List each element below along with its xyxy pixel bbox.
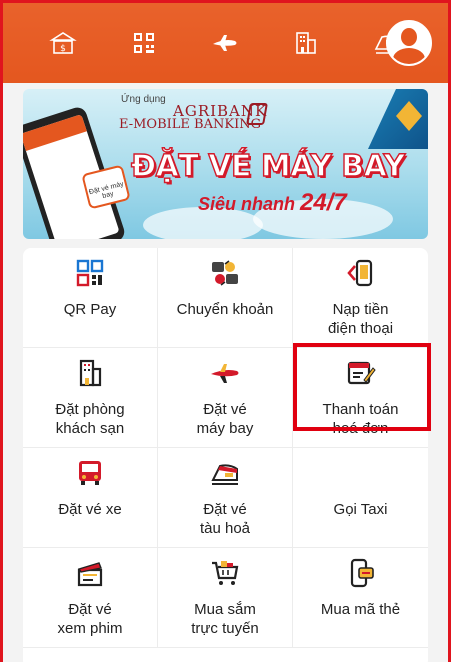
banner-tagline: Siêu nhanh 24/7 <box>198 189 347 217</box>
service-label: Đặt vé xem phim <box>57 601 123 637</box>
services-grid: QR Pay Chuyển khoản Nạp tiền điện thoại … <box>23 248 431 662</box>
service-label: Mua sắm trực tuyến <box>191 601 259 637</box>
service-online-shopping[interactable]: Mua sắm trực tuyến <box>158 548 293 648</box>
user-avatar[interactable] <box>386 20 432 66</box>
service-movie-ticket[interactable]: Đặt vé xem phim <box>23 548 158 648</box>
card-code-icon <box>344 556 378 590</box>
money-transfer-icon <box>208 256 242 290</box>
service-label: Đặt vé xe <box>58 501 122 518</box>
service-hotel[interactable]: Đặt phòng khách sạn <box>23 348 158 448</box>
tagline-prefix: Siêu nhanh <box>198 194 301 214</box>
service-qr-pay[interactable]: QR Pay <box>23 248 158 348</box>
airplane-icon <box>208 356 242 390</box>
avatar-body <box>393 48 425 64</box>
service-label: Thanh toán hoá đơn <box>322 401 399 437</box>
service-taxi[interactable]: Gọi Taxi <box>293 448 428 548</box>
banner-headline: ĐẶT VÉ MÁY BAY <box>130 148 406 184</box>
banner-brand-subtitle: E-MOBILE BANKING <box>119 117 261 132</box>
service-label: Đặt vé tàu hoả <box>199 501 251 537</box>
promo-banner[interactable]: Đặt vé máy bay Ứng dụng AGRIBANK E-MOBIL… <box>23 89 428 239</box>
service-label: Nạp tiền điện thoại <box>327 301 394 337</box>
bus-icon <box>73 456 107 490</box>
service-label: Đặt vé máy bay <box>196 401 254 437</box>
service-label: Chuyển khoản <box>176 301 274 318</box>
shopping-cart-icon <box>208 556 242 590</box>
service-label: Gọi Taxi <box>333 501 388 518</box>
bill-payment-icon <box>344 356 378 390</box>
service-phone-topup[interactable]: Nạp tiền điện thoại <box>293 248 428 348</box>
bank-transfer-icon[interactable]: $ <box>43 23 82 63</box>
tagline-suffix: 24/7 <box>300 189 347 216</box>
avatar-head <box>401 28 417 46</box>
service-bus-ticket[interactable]: Đặt vé xe <box>23 448 158 548</box>
qr-pay-icon <box>73 256 107 290</box>
phone-screen-header <box>23 114 87 152</box>
qr-code-icon[interactable] <box>124 23 163 63</box>
movie-clapper-icon <box>73 556 107 590</box>
airplane-icon[interactable] <box>205 23 244 63</box>
banner-app-label: Ứng dụng <box>121 94 166 105</box>
hotel-icon <box>73 356 107 390</box>
main-content: Đặt vé máy bay Ứng dụng AGRIBANK E-MOBIL… <box>3 83 448 662</box>
svg-text:$: $ <box>60 44 66 54</box>
service-label: QR Pay <box>63 301 117 318</box>
service-train-ticket[interactable]: Đặt vé tàu hoả <box>158 448 293 548</box>
service-money-transfer[interactable]: Chuyển khoản <box>158 248 293 348</box>
service-flight-ticket[interactable]: Đặt vé máy bay <box>158 348 293 448</box>
train-icon <box>208 456 242 490</box>
service-label: Đặt phòng khách sạn <box>55 401 125 437</box>
hotel-icon[interactable] <box>286 23 325 63</box>
taxi-icon <box>344 456 378 490</box>
top-navigation-bar: $ <box>3 3 448 83</box>
phone-topup-icon <box>344 256 378 290</box>
service-card-code[interactable]: Mua mã thẻ <box>293 548 428 648</box>
service-bill-payment[interactable]: Thanh toán hoá đơn <box>293 343 431 448</box>
service-label: Mua mã thẻ <box>320 601 401 618</box>
app-frame: $ Đặt vé máy bay Ứng dụng AGRIBANK E-MOB… <box>0 0 451 662</box>
